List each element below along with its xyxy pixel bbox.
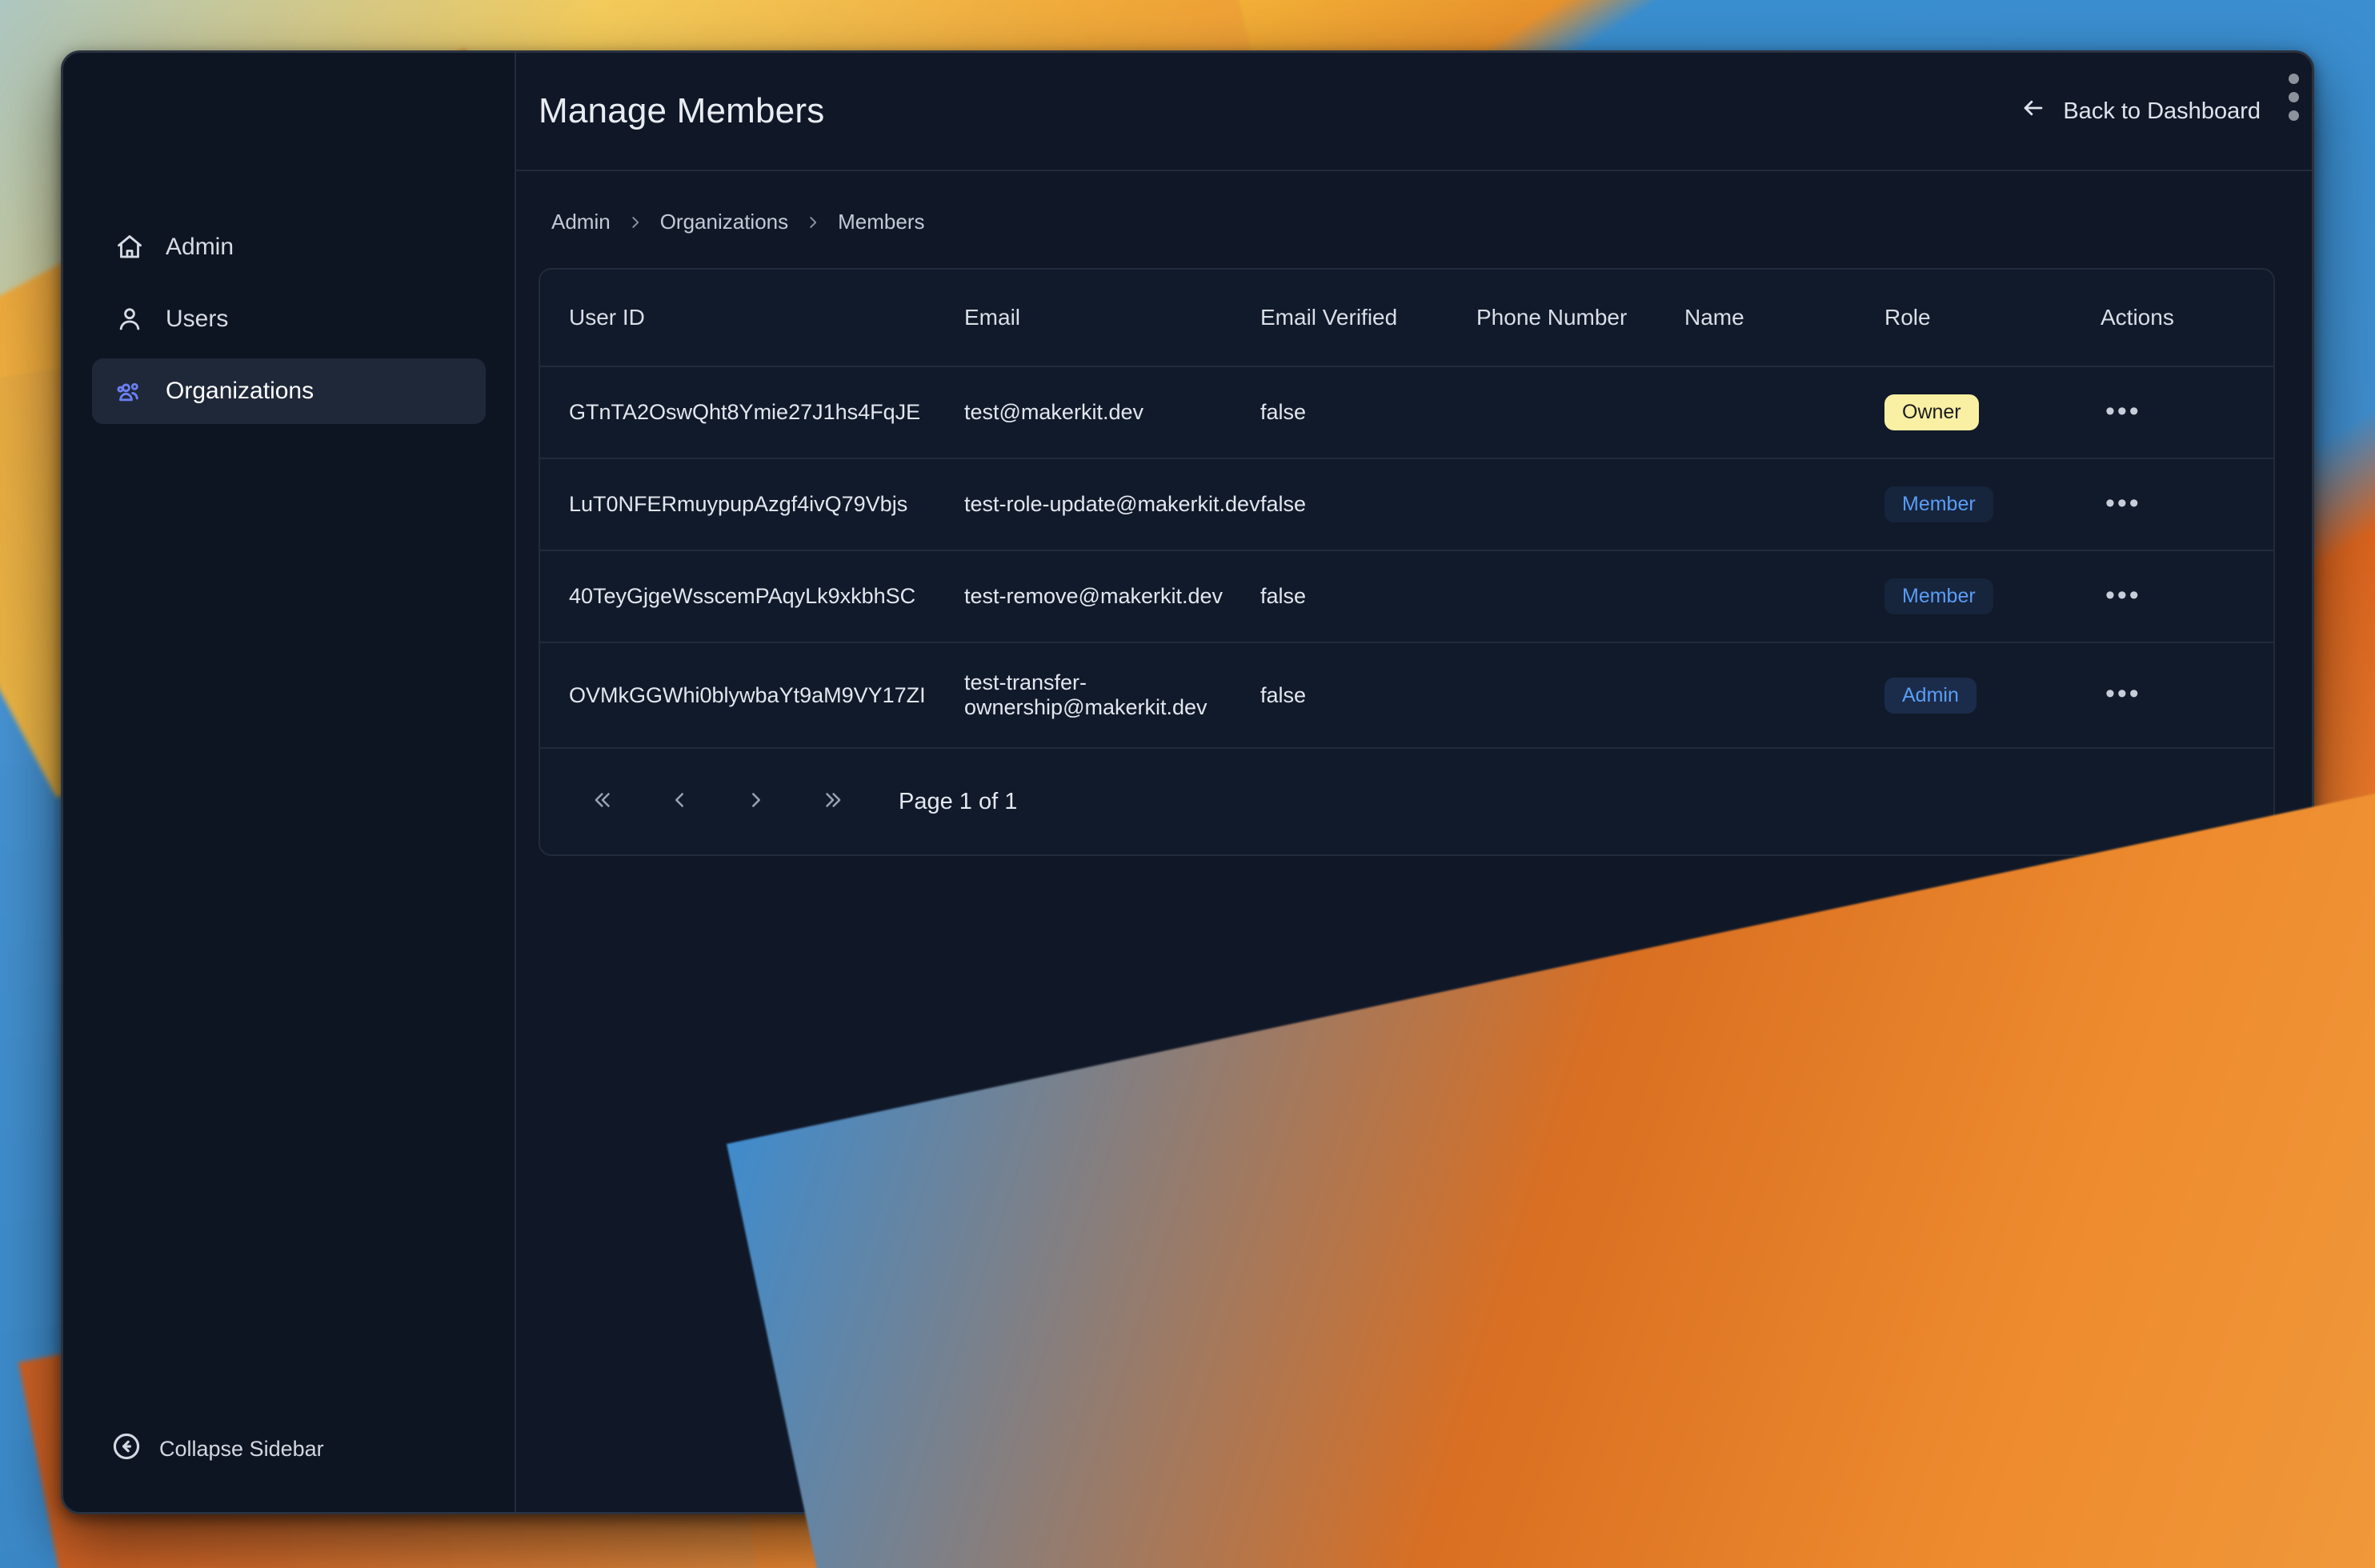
cell-email: test-remove@makerkit.dev bbox=[964, 550, 1260, 643]
pagination-next-button[interactable] bbox=[718, 773, 795, 830]
members-table: User ID Email Email Verified Phone Numbe… bbox=[540, 270, 2273, 749]
page-indicator: Page 1 of 1 bbox=[899, 788, 1018, 814]
breadcrumb-item-organizations[interactable]: Organizations bbox=[660, 210, 788, 234]
collapse-sidebar-label: Collapse Sidebar bbox=[159, 1437, 324, 1461]
window-dot bbox=[2289, 110, 2299, 121]
window-dot bbox=[2289, 92, 2299, 102]
pagination-first-button[interactable] bbox=[564, 773, 641, 830]
cell-email: test-transfer-ownership@makerkit.dev bbox=[964, 642, 1260, 749]
table-row: 40TeyGjgeWsscemPAqyLk9xkbhSC test-remove… bbox=[540, 550, 2273, 643]
back-to-dashboard-button[interactable]: Back to Dashboard bbox=[2020, 94, 2261, 128]
cell-email: test@makerkit.dev bbox=[964, 366, 1260, 459]
table-row: LuT0NFERmuypupAzgf4ivQ79Vbjs test-role-u… bbox=[540, 458, 2273, 551]
cell-actions: ••• bbox=[2101, 642, 2273, 749]
arrow-left-circle-icon bbox=[111, 1431, 142, 1467]
role-badge: Member bbox=[1884, 578, 1993, 614]
window-menu-dots-icon[interactable] bbox=[2289, 74, 2299, 121]
members-table-card: User ID Email Email Verified Phone Numbe… bbox=[539, 268, 2275, 856]
role-badge: Member bbox=[1884, 486, 1993, 522]
breadcrumb-item-admin[interactable]: Admin bbox=[551, 210, 611, 234]
table-row: OVMkGGWhi0blywbaYt9aM9VY17ZI test-transf… bbox=[540, 642, 2273, 749]
chevrons-left-icon bbox=[591, 788, 615, 816]
cell-email-verified: false bbox=[1260, 642, 1476, 749]
sidebar-item-label: Organizations bbox=[166, 378, 314, 404]
column-header-name: Name bbox=[1684, 270, 1884, 367]
cell-phone-number bbox=[1476, 550, 1684, 643]
sidebar-item-users[interactable]: Users bbox=[92, 286, 486, 352]
sidebar-item-label: Admin bbox=[166, 234, 234, 260]
page-header: Manage Members Back to Dashboard bbox=[516, 53, 2312, 171]
column-header-email-verified: Email Verified bbox=[1260, 270, 1476, 367]
cell-email-verified: false bbox=[1260, 458, 1476, 551]
table-header-row: User ID Email Email Verified Phone Numbe… bbox=[540, 270, 2273, 367]
cell-user-id: GTnTA2OswQht8Ymie27J1hs4FqJE bbox=[540, 366, 964, 459]
cell-role: Member bbox=[1884, 550, 2101, 643]
chevron-right-icon bbox=[744, 788, 768, 816]
cell-user-id: OVMkGGWhi0blywbaYt9aM9VY17ZI bbox=[540, 642, 964, 749]
pagination: Page 1 of 1 bbox=[540, 749, 2273, 854]
back-to-dashboard-label: Back to Dashboard bbox=[2063, 98, 2261, 124]
cell-phone-number bbox=[1476, 642, 1684, 749]
cell-email-verified: false bbox=[1260, 366, 1476, 459]
role-badge: Owner bbox=[1884, 394, 1979, 430]
cell-phone-number bbox=[1476, 366, 1684, 459]
user-icon bbox=[114, 304, 145, 334]
column-header-actions: Actions bbox=[2101, 270, 2273, 367]
cell-role: Owner bbox=[1884, 366, 2101, 459]
page-title: Manage Members bbox=[539, 91, 825, 130]
cell-role: Admin bbox=[1884, 642, 2101, 749]
column-header-email: Email bbox=[964, 270, 1260, 367]
sidebar: Admin Users Organizations Collapse Sideb… bbox=[63, 53, 516, 1512]
cell-phone-number bbox=[1476, 458, 1684, 551]
column-header-role: Role bbox=[1884, 270, 2101, 367]
cell-user-id: LuT0NFERmuypupAzgf4ivQ79Vbjs bbox=[540, 458, 964, 551]
cell-user-id: 40TeyGjgeWsscemPAqyLk9xkbhSC bbox=[540, 550, 964, 643]
sidebar-nav: Admin Users Organizations bbox=[63, 214, 515, 424]
window-dot bbox=[2289, 74, 2299, 84]
cell-email: test-role-update@makerkit.dev bbox=[964, 458, 1260, 551]
collapse-sidebar-button[interactable]: Collapse Sidebar bbox=[63, 1431, 515, 1467]
cell-name bbox=[1684, 366, 1884, 459]
breadcrumb: Admin Organizations Members bbox=[516, 171, 2312, 268]
desktop-wallpaper: Admin Users Organizations Collapse Sideb… bbox=[0, 0, 2375, 1568]
cell-actions: ••• bbox=[2101, 458, 2273, 551]
breadcrumb-item-members: Members bbox=[838, 210, 925, 234]
cell-name bbox=[1684, 458, 1884, 551]
app-window: Admin Users Organizations Collapse Sideb… bbox=[61, 50, 2314, 1514]
arrow-left-icon bbox=[2020, 94, 2047, 128]
column-header-phone-number: Phone Number bbox=[1476, 270, 1684, 367]
sidebar-item-admin[interactable]: Admin bbox=[92, 214, 486, 280]
main-content: Manage Members Back to Dashboard Admin O… bbox=[516, 53, 2312, 1512]
cell-name bbox=[1684, 642, 1884, 749]
chevrons-right-icon bbox=[821, 788, 845, 816]
pagination-prev-button[interactable] bbox=[641, 773, 718, 830]
pagination-last-button[interactable] bbox=[795, 773, 871, 830]
chevron-left-icon bbox=[667, 788, 691, 816]
cell-actions: ••• bbox=[2101, 550, 2273, 643]
row-actions-ellipsis-icon[interactable]: ••• bbox=[2101, 398, 2146, 425]
sidebar-item-organizations[interactable]: Organizations bbox=[92, 358, 486, 424]
cell-email-verified: false bbox=[1260, 550, 1476, 643]
row-actions-ellipsis-icon[interactable]: ••• bbox=[2101, 582, 2146, 609]
cell-actions: ••• bbox=[2101, 366, 2273, 459]
table-header: User ID Email Email Verified Phone Numbe… bbox=[540, 270, 2273, 367]
table-row: GTnTA2OswQht8Ymie27J1hs4FqJE test@makerk… bbox=[540, 366, 2273, 459]
chevron-right-icon bbox=[627, 214, 644, 231]
home-icon bbox=[114, 232, 145, 262]
chevron-right-icon bbox=[804, 214, 822, 231]
table-body: GTnTA2OswQht8Ymie27J1hs4FqJE test@makerk… bbox=[540, 366, 2273, 749]
row-actions-ellipsis-icon[interactable]: ••• bbox=[2101, 490, 2146, 517]
cell-name bbox=[1684, 550, 1884, 643]
role-badge: Admin bbox=[1884, 677, 1976, 714]
users-group-icon bbox=[114, 376, 145, 406]
sidebar-item-label: Users bbox=[166, 306, 229, 332]
row-actions-ellipsis-icon[interactable]: ••• bbox=[2101, 680, 2146, 707]
cell-role: Member bbox=[1884, 458, 2101, 551]
column-header-user-id: User ID bbox=[540, 270, 964, 367]
